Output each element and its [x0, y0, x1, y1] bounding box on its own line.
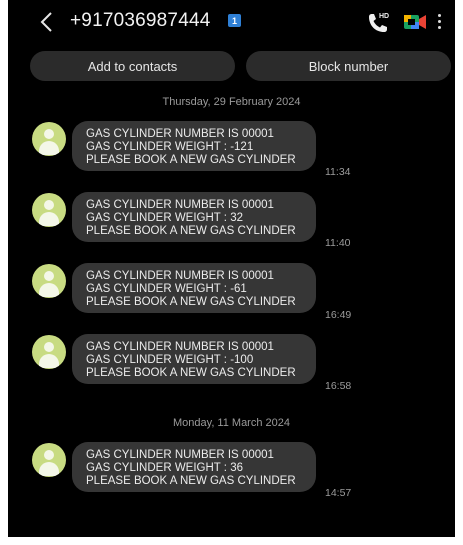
message-bubble[interactable]: GAS CYLINDER NUMBER IS 00001 GAS CYLINDE…: [72, 192, 316, 242]
message-bubble[interactable]: GAS CYLINDER NUMBER IS 00001 GAS CYLINDE…: [72, 263, 316, 313]
message-bubble[interactable]: GAS CYLINDER NUMBER IS 00001 GAS CYLINDE…: [72, 121, 316, 171]
message-line: GAS CYLINDER WEIGHT : -100: [86, 354, 254, 366]
message-time: 14:57: [325, 487, 352, 499]
person-icon: [44, 271, 54, 281]
back-button[interactable]: [35, 9, 57, 35]
sim-1-badge: 1: [228, 14, 241, 27]
message-time: 11:34: [325, 166, 351, 178]
more-options-button[interactable]: [435, 12, 443, 32]
message-line: PLEASE BOOK A NEW GAS CYLINDER: [86, 225, 296, 237]
video-call-button[interactable]: [403, 13, 427, 31]
video-camera-icon: [404, 15, 426, 29]
more-dot-icon: [437, 20, 441, 23]
conversation-header: +917036987444 1 HD: [8, 0, 455, 46]
message-bubble[interactable]: GAS CYLINDER NUMBER IS 00001 GAS CYLINDE…: [72, 334, 316, 384]
chevron-left-icon: [40, 12, 52, 32]
hd-label: HD: [379, 13, 389, 20]
add-to-contacts-button[interactable]: Add to contacts: [30, 51, 235, 81]
message-line: GAS CYLINDER WEIGHT : -61: [86, 283, 247, 295]
message-line: PLEASE BOOK A NEW GAS CYLINDER: [86, 367, 296, 379]
person-icon: [44, 200, 54, 210]
contact-phone-number: +917036987444: [70, 10, 211, 31]
sender-avatar[interactable]: [32, 264, 66, 298]
message-line: PLEASE BOOK A NEW GAS CYLINDER: [86, 296, 296, 308]
message-bubble[interactable]: GAS CYLINDER NUMBER IS 00001 GAS CYLINDE…: [72, 442, 316, 492]
more-dot-icon: [437, 14, 441, 17]
message-time: 16:49: [325, 309, 352, 321]
date-separator: Thursday, 29 February 2024: [162, 96, 301, 108]
more-dot-icon: [437, 26, 441, 29]
message-line: GAS CYLINDER NUMBER IS 00001: [86, 449, 274, 461]
hd-voice-call-button[interactable]: HD: [365, 10, 391, 34]
block-number-button[interactable]: Block number: [246, 51, 451, 81]
message-line: GAS CYLINDER NUMBER IS 00001: [86, 341, 274, 353]
message-line: GAS CYLINDER NUMBER IS 00001: [86, 199, 274, 211]
sender-avatar[interactable]: [32, 335, 66, 369]
message-line: PLEASE BOOK A NEW GAS CYLINDER: [86, 154, 296, 166]
screenshot-border-left: [0, 0, 8, 545]
screenshot-border-bottom: [0, 537, 463, 545]
person-icon: [44, 450, 54, 460]
hd-phone-icon: HD: [369, 13, 389, 32]
message-line: GAS CYLINDER NUMBER IS 00001: [86, 128, 274, 140]
message-line: GAS CYLINDER WEIGHT : -121: [86, 141, 254, 153]
sender-avatar[interactable]: [32, 193, 66, 227]
date-separator: Monday, 11 March 2024: [173, 417, 290, 429]
sender-avatar[interactable]: [32, 443, 66, 477]
message-time: 16:58: [325, 380, 352, 392]
screenshot-border-right: [455, 0, 463, 545]
sender-avatar[interactable]: [32, 122, 66, 156]
message-line: PLEASE BOOK A NEW GAS CYLINDER: [86, 475, 296, 487]
person-icon: [44, 129, 54, 139]
message-time: 11:40: [325, 237, 351, 249]
message-line: GAS CYLINDER WEIGHT : 36: [86, 462, 243, 474]
message-line: GAS CYLINDER WEIGHT : 32: [86, 212, 243, 224]
person-icon: [44, 342, 54, 352]
messages-screen: +917036987444 1 HD Add to contacts Block…: [8, 0, 455, 545]
message-line: GAS CYLINDER NUMBER IS 00001: [86, 270, 274, 282]
